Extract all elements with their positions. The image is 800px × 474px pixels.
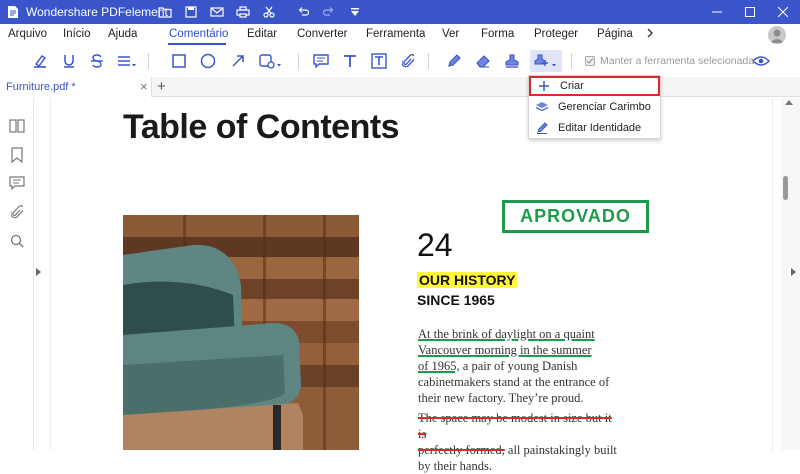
textbox-icon[interactable] <box>368 50 390 72</box>
history-title-highlighted[interactable]: OUR HISTORY <box>417 272 518 288</box>
customize-quick-access-icon[interactable] <box>342 0 368 24</box>
thumbnails-icon[interactable] <box>7 116 27 136</box>
print-icon[interactable] <box>230 0 256 24</box>
shape-options-icon[interactable] <box>257 50 285 72</box>
body-text: a pair of young Danish <box>459 359 578 373</box>
toolbar-divider <box>428 53 429 69</box>
avatar[interactable] <box>768 26 786 44</box>
body-text: all painstakingly built <box>504 443 617 457</box>
text-lines-icon[interactable] <box>116 50 138 72</box>
paragraph-strikethrough[interactable]: The space may be modest in size but it i… <box>418 410 618 474</box>
sofa-photo <box>123 215 359 450</box>
note-icon[interactable] <box>310 50 332 72</box>
pencil-icon[interactable] <box>443 50 465 72</box>
toolbar-divider <box>571 53 572 69</box>
comments-panel-icon[interactable] <box>7 173 27 193</box>
menu-item-gerenciar-carimbo[interactable]: Gerenciar Carimbo <box>529 97 660 117</box>
undo-icon[interactable] <box>290 0 316 24</box>
menu-converter[interactable]: Converter <box>297 28 348 40</box>
close-tab-icon[interactable]: × <box>140 79 148 94</box>
attachment-icon[interactable] <box>397 50 419 72</box>
text-icon[interactable] <box>339 50 361 72</box>
tab-label: Furniture.pdf * <box>6 81 76 93</box>
menu-item-label: Editar Identidade <box>558 122 642 134</box>
ellipse-icon[interactable] <box>197 50 219 72</box>
bookmark-icon[interactable] <box>7 145 27 165</box>
minimize-button[interactable] <box>700 0 733 24</box>
underline-icon[interactable] <box>58 50 80 72</box>
stamp-menu-icon[interactable] <box>530 50 562 72</box>
menu-proteger[interactable]: Proteger <box>534 28 578 40</box>
menu-editar[interactable]: Editar <box>247 28 277 40</box>
app-title: Wondershare PDFelement <box>26 5 168 19</box>
search-icon[interactable] <box>7 231 27 251</box>
struck-text: perfectly formed, <box>418 443 505 457</box>
close-window-button[interactable] <box>766 0 799 24</box>
menu-pagina[interactable]: Página <box>597 28 633 40</box>
arrow-icon[interactable] <box>227 50 249 72</box>
new-tab-icon[interactable]: + <box>157 78 166 95</box>
menu-ferramenta[interactable]: Ferramenta <box>366 28 425 40</box>
attachments-panel-icon[interactable] <box>7 202 27 222</box>
edit-identity-icon <box>534 120 550 136</box>
pdfelement-logo-icon <box>4 3 22 21</box>
left-sidebar <box>0 98 34 450</box>
underlined-text: of 1965, <box>418 359 460 373</box>
save-icon[interactable] <box>178 0 204 24</box>
eraser-icon[interactable] <box>472 50 494 72</box>
rectangle-icon[interactable] <box>168 50 190 72</box>
open-folder-icon[interactable] <box>152 0 178 24</box>
menu-ajuda[interactable]: Ajuda <box>108 28 137 40</box>
approved-stamp[interactable]: APROVADO <box>502 200 649 233</box>
underlined-text: Vancouver morning in the summer <box>418 343 592 357</box>
document-tab-bar: Furniture.pdf * × + <box>0 77 800 97</box>
menu-ver[interactable]: Ver <box>442 28 459 40</box>
since-subtitle: SINCE 1965 <box>417 292 495 308</box>
menu-item-label: Criar <box>560 80 584 92</box>
menu-item-label: Gerenciar Carimbo <box>558 101 651 113</box>
chevron-right-icon[interactable] <box>646 27 654 42</box>
scrollbar-thumb[interactable] <box>783 176 788 200</box>
title-bar: Wondershare PDFelement <box>0 0 800 24</box>
scissors-icon[interactable] <box>256 0 282 24</box>
page-heading: Table of Contents <box>123 108 400 146</box>
tab-furniture-pdf[interactable]: Furniture.pdf * × <box>0 77 152 97</box>
page-number-heading: 24 <box>417 227 453 263</box>
expand-right-panel-icon[interactable] <box>791 268 796 276</box>
highlight-icon[interactable] <box>29 50 51 72</box>
collapse-sidebar-icon[interactable] <box>36 268 41 276</box>
keep-tool-checkbox[interactable] <box>585 56 595 66</box>
email-icon[interactable] <box>204 0 230 24</box>
menu-item-editar-identidade[interactable]: Editar Identidade <box>529 118 660 138</box>
body-text: by their hands. <box>418 459 492 473</box>
struck-text: The space may be modest in size but it i… <box>418 411 612 441</box>
menu-bar: Arquivo Início Ajuda Comentário Editar C… <box>0 24 800 46</box>
maximize-button[interactable] <box>733 0 766 24</box>
menu-inicio[interactable]: Início <box>63 28 91 40</box>
menu-forma[interactable]: Forma <box>481 28 514 40</box>
redo-icon[interactable] <box>316 0 342 24</box>
layers-icon <box>534 99 550 115</box>
plus-icon <box>536 78 552 94</box>
stamp-dropdown-menu: Criar Gerenciar Carimbo Editar Identidad… <box>528 75 661 139</box>
keep-tool-option[interactable]: Manter a ferramenta selecionada <box>585 55 754 67</box>
toolbar-divider <box>148 53 149 69</box>
body-text: their new factory. They’re proud. <box>418 391 584 405</box>
menu-item-criar[interactable]: Criar <box>529 76 660 96</box>
keep-tool-label: Manter a ferramenta selecionada <box>600 55 755 67</box>
menu-comentario[interactable]: Comentário <box>169 28 228 40</box>
body-text: cabinetmakers stand at the entrance of <box>418 375 610 389</box>
stamp-icon[interactable] <box>501 50 523 72</box>
menu-arquivo[interactable]: Arquivo <box>8 28 47 40</box>
active-menu-indicator <box>168 43 226 45</box>
toolbar-divider <box>298 53 299 69</box>
paragraph-underlined[interactable]: At the brink of daylight on a quaint Van… <box>418 326 618 406</box>
strikethrough-icon[interactable] <box>86 50 108 72</box>
scroll-up-icon[interactable] <box>785 100 793 105</box>
underlined-text: At the brink of daylight on a quaint <box>418 327 595 341</box>
